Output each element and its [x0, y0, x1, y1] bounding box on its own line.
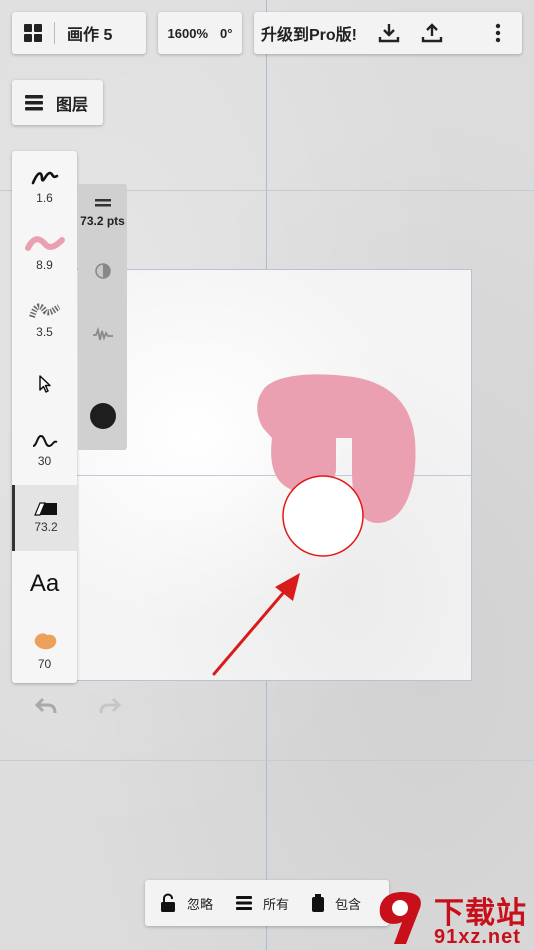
site-watermark: 下载站 91xz.net — [370, 886, 534, 950]
curve-icon — [32, 434, 57, 448]
divider — [54, 22, 55, 44]
pencil-stroke-icon — [31, 171, 58, 185]
texture-brush-icon — [28, 303, 60, 318]
brush-opacity-control[interactable] — [78, 262, 127, 280]
airbrush-stroke-icon — [24, 236, 65, 251]
tool-select[interactable] — [12, 351, 77, 417]
layers-stack-icon — [236, 896, 253, 910]
document-title: 画作 5 — [67, 27, 113, 44]
eraser-icon — [34, 502, 57, 516]
gallery-grid-icon — [24, 24, 42, 42]
eraser-cursor — [282, 475, 364, 557]
all-layers-toggle[interactable]: 所有 — [235, 894, 289, 913]
selection-arrow-icon — [38, 375, 51, 393]
smudge-value: 70 — [37, 657, 52, 671]
contain-toggle[interactable]: 包含 — [311, 893, 361, 913]
brush-size-control[interactable]: 73.2 pts — [78, 198, 127, 228]
watermark-logo — [379, 892, 421, 944]
curve-value: 30 — [37, 454, 52, 468]
gallery-title-button[interactable]: 画作 5 — [12, 12, 146, 54]
export-icon[interactable] — [420, 21, 444, 45]
top-actions: 升级到Pro版! — [254, 12, 522, 54]
pencil-size: 1.6 — [36, 191, 53, 205]
tool-airbrush[interactable]: 8.9 — [12, 219, 77, 285]
lock-ignore-toggle[interactable]: 忽略 — [159, 893, 213, 913]
annotation-arrow — [212, 573, 300, 676]
lock-label: 忽略 — [187, 896, 214, 912]
brush-size-label: 73.2 pts — [80, 214, 125, 228]
pink-stroke — [257, 374, 416, 523]
undo-icon — [34, 697, 57, 714]
airbrush-size: 8.9 — [36, 258, 53, 272]
redo-icon — [99, 697, 122, 714]
text-tool-label: Aa — [29, 570, 60, 597]
opacity-icon — [94, 263, 111, 279]
import-icon[interactable] — [377, 21, 401, 45]
watermark-site: 91xz.net — [434, 926, 521, 948]
more-menu-icon[interactable] — [486, 21, 510, 45]
current-color-swatch[interactable] — [78, 403, 127, 429]
container-icon — [312, 894, 325, 912]
lock-open-icon — [161, 893, 175, 912]
tool-bar: 1.6 8.9 3.5 30 73.2 Aa 70 — [12, 151, 77, 683]
undo-button[interactable] — [34, 696, 58, 721]
layers-icon — [25, 94, 43, 110]
brush-properties-panel: 73.2 pts — [78, 184, 127, 450]
jitter-icon — [92, 327, 113, 341]
layers-label: 图层 — [56, 96, 89, 114]
rotation-angle: 0° — [220, 25, 233, 41]
brush-texture-control[interactable] — [78, 327, 127, 343]
smudge-blob-icon — [34, 633, 56, 650]
size-lines-icon — [94, 199, 111, 207]
layers-button[interactable]: 图层 — [12, 80, 103, 125]
color-dot — [89, 403, 116, 429]
upgrade-pro-button[interactable]: 升级到Pro版! — [261, 21, 357, 45]
contain-label: 包含 — [335, 896, 362, 912]
tool-pencil[interactable]: 1.6 — [12, 153, 77, 219]
texture-size: 3.5 — [36, 325, 53, 339]
redo-button[interactable] — [98, 696, 122, 721]
tool-curve[interactable]: 30 — [12, 417, 77, 483]
tool-eraser[interactable]: 73.2 — [12, 485, 77, 551]
zoom-rotation-button[interactable]: 1600% 0° — [158, 12, 242, 54]
zoom-level: 1600% — [167, 25, 209, 41]
eraser-size: 73.2 — [34, 520, 58, 534]
tool-text[interactable]: Aa — [12, 551, 77, 617]
all-label: 所有 — [263, 896, 290, 912]
tool-smudge[interactable]: 70 — [12, 617, 77, 683]
tool-texture[interactable]: 3.5 — [12, 285, 77, 351]
selection-options-bar: 忽略 所有 包含 — [145, 880, 389, 926]
